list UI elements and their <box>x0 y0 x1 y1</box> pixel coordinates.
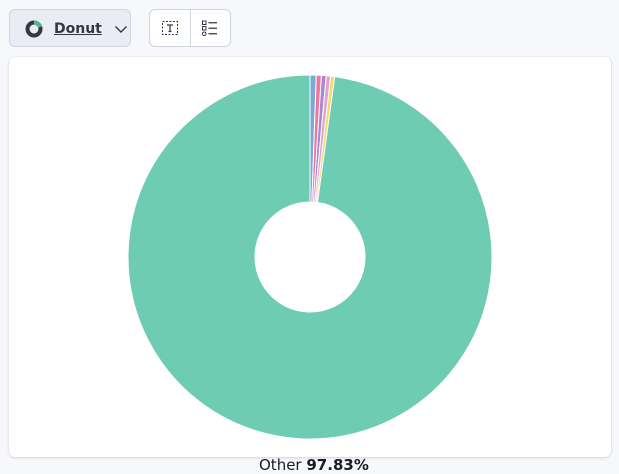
legend-list-icon <box>202 20 218 37</box>
donut-slice-other[interactable] <box>127 74 493 440</box>
chart-type-label: Donut <box>54 21 102 37</box>
slice-label-percent: 97.83% <box>306 456 369 474</box>
chart-options-button-group <box>149 9 231 47</box>
text-label-icon <box>161 21 178 35</box>
chevron-down-icon <box>115 26 127 33</box>
chart-panel: Other 97.83% <box>9 57 611 474</box>
slice-label-name: Other <box>259 456 302 474</box>
slice-label-other: Other 97.83% <box>259 456 369 474</box>
chart-toolbar: Donut <box>0 0 619 56</box>
toggle-labels-button[interactable] <box>150 10 190 46</box>
chart-type-dropdown-button[interactable]: Donut <box>9 9 131 47</box>
donut-chart-icon <box>25 20 43 38</box>
toggle-legend-button[interactable] <box>189 10 231 46</box>
donut-chart <box>127 74 493 440</box>
